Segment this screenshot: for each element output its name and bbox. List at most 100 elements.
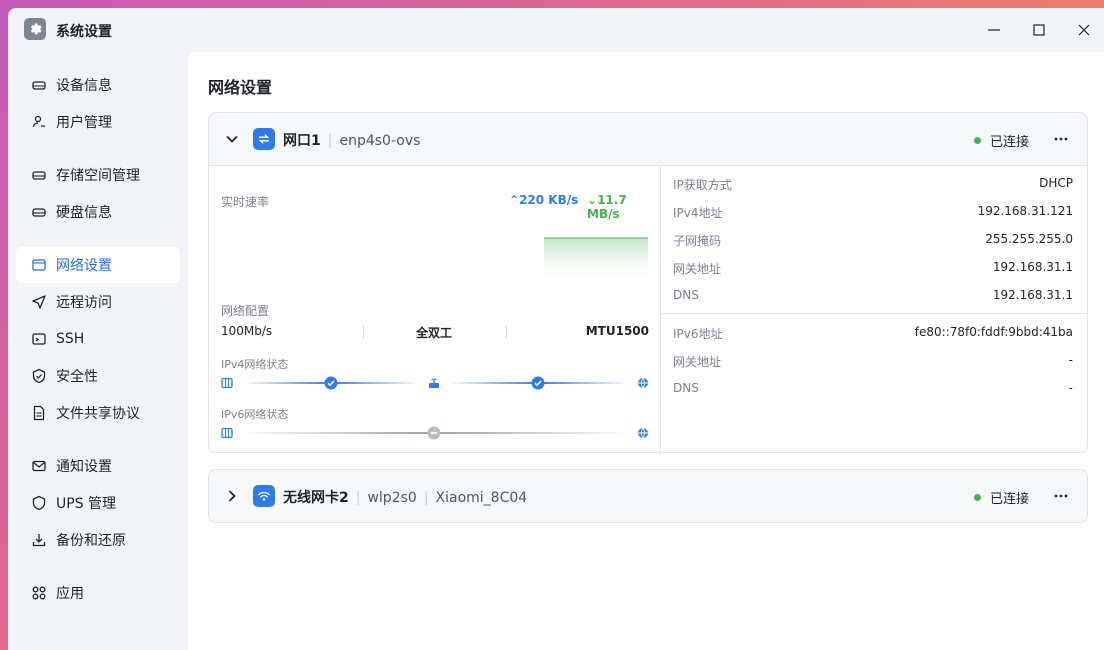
sidebar-item-label: SSH — [56, 331, 85, 347]
sidebar-item-file-sharing[interactable]: 文件共享协议 — [16, 395, 180, 431]
sidebar-item-device-info[interactable]: 设备信息 — [16, 67, 180, 103]
ipv4-state-label: IPv4网络状态 — [221, 358, 289, 371]
sidebar-item-label: 远程访问 — [56, 295, 112, 311]
sidebar: 设备信息 用户管理 存储空间管理 硬盘信息 网络设置 远程访问 SSH 安全性 — [8, 52, 188, 650]
router-icon — [429, 378, 439, 388]
upload-rate: ⌃220 KB/s — [509, 193, 579, 207]
sidebar-item-network[interactable]: 网络设置 — [16, 247, 180, 283]
sidebar-item-ssh[interactable]: SSH — [16, 321, 180, 357]
interface-details: 实时速率 ⌃220 KB/s ⌄11.7 MB/s 网络配置 100Mb/s 全… — [209, 165, 1087, 452]
sidebar-item-label: UPS 管理 — [56, 496, 117, 512]
sidebar-item-label: 安全性 — [56, 369, 98, 385]
kv-row: 网关地址 192.168.31.1 — [673, 260, 1073, 280]
upload-arrow-icon: ⌃ — [509, 193, 520, 207]
drive-icon — [32, 81, 46, 90]
sidebar-item-backup[interactable]: 备份和还原 — [16, 522, 180, 558]
interface-card-wifi: 无线网卡2 | wlp2s0 | Xiaomi_8C04 已连接 — [208, 469, 1088, 523]
sidebar-item-notifications[interactable]: 通知设置 — [16, 448, 180, 484]
kv-value: 255.255.255.0 — [985, 232, 1073, 246]
kv-key: 子网掩码 — [673, 234, 722, 248]
maximize-button[interactable] — [1027, 18, 1051, 42]
kv-row: 子网掩码 255.255.255.0 — [673, 232, 1073, 252]
main-panel: 网络设置 网口1 | enp4s0-ovs 已连接 实时速率 ⌃220 KB/s… — [188, 52, 1104, 650]
wifi-icon — [253, 485, 275, 507]
traffic-graph — [544, 237, 648, 280]
divider — [506, 326, 507, 338]
divider — [363, 326, 364, 338]
download-arrow-icon: ⌄ — [587, 193, 598, 207]
kv-row: 网关地址 - — [673, 353, 1073, 373]
sidebar-item-label: 网络设置 — [56, 258, 112, 274]
sidebar-item-disks[interactable]: 硬盘信息 — [16, 194, 180, 230]
page-title: 网络设置 — [208, 78, 273, 97]
sidebar-item-label: 存储空间管理 — [56, 168, 140, 184]
interface-card-eth: 网口1 | enp4s0-ovs 已连接 实时速率 ⌃220 KB/s ⌄11.7 … — [208, 112, 1088, 453]
device-icon — [221, 377, 233, 389]
kv-row: IPv6地址 fe80::78f0:fddf:9bbd:41ba — [673, 325, 1073, 345]
download-rate: ⌄11.7 MB/s — [587, 193, 627, 221]
sidebar-item-remote-access[interactable]: 远程访问 — [16, 284, 180, 320]
interface-name: 网口1 — [283, 133, 321, 149]
interface-card-header[interactable]: 网口1 | enp4s0-ovs 已连接 — [209, 113, 1087, 165]
kv-key: 网关地址 — [673, 262, 722, 276]
kv-row: DNS 192.168.31.1 — [673, 288, 1073, 308]
chevron-down-icon[interactable] — [224, 131, 240, 147]
sidebar-item-ups[interactable]: UPS 管理 — [16, 485, 180, 521]
sidebar-item-users[interactable]: 用户管理 — [16, 104, 180, 140]
sidebar-item-label: 应用 — [56, 586, 84, 602]
kv-row: IPv4地址 192.168.31.121 — [673, 204, 1073, 224]
sidebar-item-storage[interactable]: 存储空间管理 — [16, 157, 180, 193]
file-icon — [33, 405, 45, 421]
traffic-pane: 实时速率 ⌃220 KB/s ⌄11.7 MB/s 网络配置 100Mb/s 全… — [209, 166, 661, 452]
kv-value: 192.168.31.121 — [977, 204, 1073, 218]
link-speed: 100Mb/s — [221, 324, 273, 338]
interface-title: 网口1 | enp4s0-ovs — [283, 133, 421, 149]
globe-icon — [638, 377, 648, 389]
settings-window: 系统设置 设备信息 用户管理 存储空间管理 硬盘信息 网络设置 远程访问 SSH… — [8, 8, 1104, 650]
power-icon — [32, 495, 46, 511]
chevron-right-icon[interactable] — [224, 488, 240, 504]
kv-key: DNS — [673, 288, 699, 302]
kv-row: DNS - — [673, 381, 1073, 401]
kv-key: IPv4地址 — [673, 206, 723, 220]
duplex: 全双工 — [416, 326, 453, 340]
interface-ssid: Xiaomi_8C04 — [435, 490, 528, 506]
user-icon — [32, 115, 45, 128]
status-label: 已连接 — [989, 492, 1029, 507]
status-badge: 已连接 — [973, 131, 1029, 150]
sidebar-item-label: 用户管理 — [56, 115, 112, 131]
mtu: MTU1500 — [585, 324, 649, 338]
interface-card-header[interactable]: 无线网卡2 | wlp2s0 | Xiaomi_8C04 已连接 — [209, 470, 1087, 522]
globe-icon — [638, 427, 648, 439]
terminal-icon — [32, 333, 46, 345]
shield-icon — [32, 368, 46, 384]
sidebar-item-apps[interactable]: 应用 — [16, 575, 180, 611]
kv-value: DHCP — [1039, 176, 1073, 190]
mail-icon — [32, 460, 46, 472]
interface-device: wlp2s0 — [367, 490, 417, 506]
backup-icon — [32, 534, 46, 547]
check-circle-icon — [531, 376, 545, 390]
close-button[interactable] — [1072, 18, 1096, 42]
more-icon[interactable] — [1051, 486, 1071, 506]
window-title: 系统设置 — [56, 24, 112, 40]
sidebar-item-security[interactable]: 安全性 — [16, 358, 180, 394]
more-icon[interactable] — [1051, 129, 1071, 149]
interface-device: enp4s0-ovs — [339, 133, 421, 149]
speed-label: 实时速率 — [221, 195, 270, 209]
sidebar-item-label: 文件共享协议 — [56, 406, 140, 422]
titlebar: 系统设置 — [8, 8, 1104, 52]
config-label: 网络配置 — [221, 304, 270, 318]
ethernet-icon — [253, 128, 275, 150]
config-row: 100Mb/s 全双工 MTU1500 — [221, 324, 649, 342]
kv-value: - — [1068, 353, 1073, 367]
device-icon — [221, 427, 233, 439]
sidebar-item-label: 通知设置 — [56, 459, 112, 475]
maximize-icon — [1033, 24, 1045, 36]
address-pane: IP获取方式 DHCP IPv4地址 192.168.31.121 子网掩码 255.… — [661, 166, 1087, 452]
minimize-icon — [988, 29, 1000, 31]
ipv6-state-label: IPv6网络状态 — [221, 408, 289, 421]
kv-key: IP获取方式 — [673, 178, 732, 192]
kv-value: fe80::78f0:fddf:9bbd:41ba — [914, 325, 1073, 339]
minimize-button[interactable] — [982, 18, 1006, 42]
